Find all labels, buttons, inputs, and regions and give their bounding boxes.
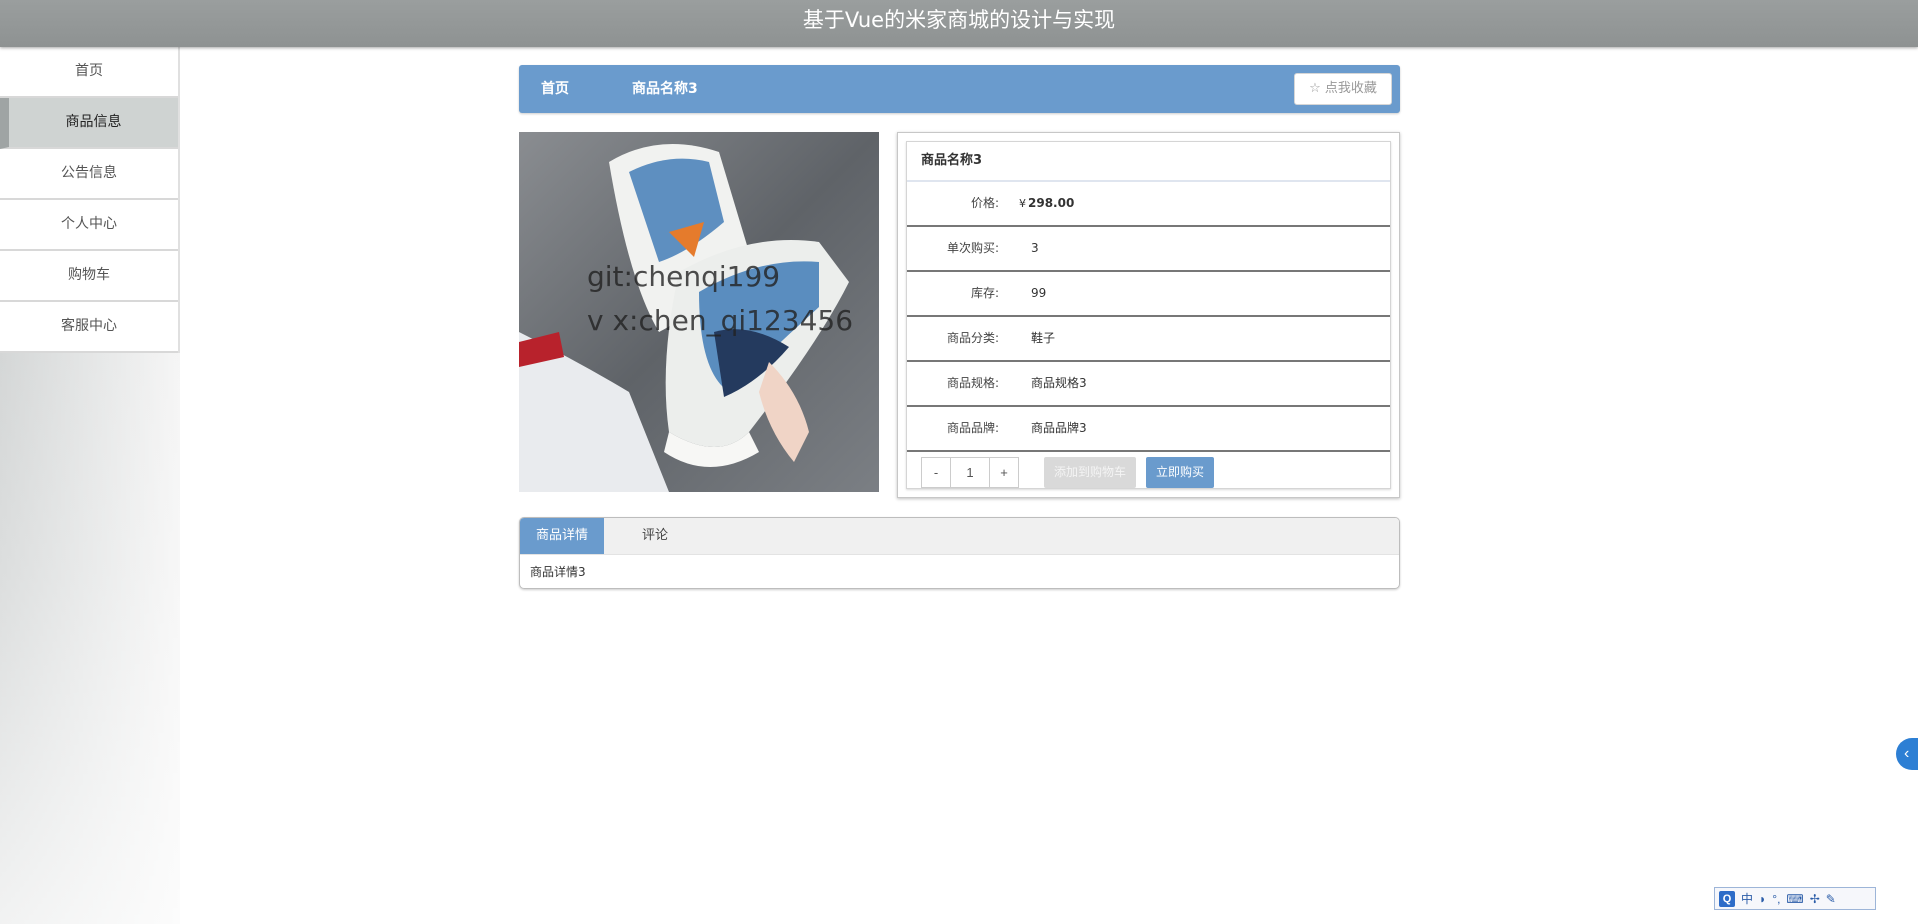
app-title-bar: 基于Vue的米家商城的设计与实现: [0, 0, 1918, 47]
quantity-input[interactable]: 1: [950, 458, 990, 487]
sidebar-item-cart[interactable]: 购物车: [0, 251, 178, 302]
info-row-label: 库存:: [970, 286, 999, 300]
keyboard-icon[interactable]: ⌨: [1786, 889, 1803, 909]
info-row-value: 商品规格3: [1031, 376, 1087, 390]
product-info-panel: 商品名称3 价格: ¥298.00 单次购买: 3 库存: 99 商品分类: 鞋…: [897, 132, 1400, 498]
info-row-label: 商品规格:: [946, 376, 999, 390]
info-row-value: 99: [1031, 286, 1047, 300]
info-row-label: 商品品牌:: [946, 421, 999, 435]
quantity-increment-button[interactable]: +: [990, 458, 1018, 487]
info-row-value: 3: [1031, 241, 1039, 255]
punctuation-icon[interactable]: °,: [1772, 889, 1780, 909]
ime-logo-icon[interactable]: Q: [1719, 890, 1735, 907]
tools-icon[interactable]: ✢: [1810, 889, 1820, 909]
add-to-cart-button[interactable]: 添加到购物车: [1044, 457, 1136, 488]
product-name: 商品名称3: [907, 142, 1390, 182]
sidebar-item-products[interactable]: 商品信息: [0, 98, 178, 149]
detail-tabs: 商品详情 评论 商品详情3: [519, 517, 1400, 589]
info-row-purchase-limit: 单次购买: 3: [907, 227, 1390, 272]
info-row-category: 商品分类: 鞋子: [907, 317, 1390, 362]
tab-content: 商品详情3: [530, 565, 586, 579]
product-image: git:chenqi199 v x:chen_qi123456: [519, 132, 879, 492]
currency-symbol: ¥: [1019, 197, 1026, 210]
ime-toolbar: Q 中 ◗ °, ⌨ ✢ ✎: [1714, 887, 1876, 910]
watermark-line-1: git:chenqi199: [587, 260, 781, 293]
breadcrumb-current: 商品名称3: [632, 81, 698, 97]
watermark-line-2: v x:chen_qi123456: [587, 304, 854, 337]
buy-now-button[interactable]: 立即购买: [1146, 457, 1214, 488]
tab-comments[interactable]: 评论: [620, 518, 690, 554]
breadcrumb: 首页 商品名称3 ☆ 点我收藏: [519, 65, 1400, 113]
breadcrumb-home-link[interactable]: 首页: [541, 65, 569, 113]
price-row: 价格: ¥298.00: [907, 182, 1390, 227]
side-panel-toggle[interactable]: ‹: [1896, 738, 1918, 770]
price-amount: 298.00: [1028, 196, 1075, 210]
quantity-decrement-button[interactable]: -: [922, 458, 950, 487]
quantity-stepper: - 1 +: [921, 457, 1019, 488]
info-row-value: 商品品牌3: [1031, 421, 1087, 435]
purchase-actions: - 1 + 添加到购物车 立即购买: [907, 452, 1390, 494]
sidebar-item-profile[interactable]: 个人中心: [0, 200, 178, 251]
moon-icon[interactable]: ◗: [1759, 889, 1766, 909]
info-row-label: 商品分类:: [946, 331, 999, 345]
ime-mode-toggle[interactable]: 中: [1741, 889, 1753, 909]
price-label: 价格:: [970, 196, 999, 210]
sidebar: 首页 商品信息 公告信息 个人中心 购物车 客服中心: [0, 47, 180, 353]
tab-product-details[interactable]: 商品详情: [520, 518, 604, 554]
info-row-stock: 库存: 99: [907, 272, 1390, 317]
app-title: 基于Vue的米家商城的设计与实现: [802, 8, 1116, 32]
sidebar-item-announcements[interactable]: 公告信息: [0, 149, 178, 200]
price-value: ¥298.00: [1019, 182, 1074, 225]
settings-icon[interactable]: ✎: [1826, 889, 1836, 909]
sidebar-item-home[interactable]: 首页: [0, 47, 178, 98]
favorite-button[interactable]: ☆ 点我收藏: [1294, 73, 1392, 105]
info-row-brand: 商品品牌: 商品品牌3: [907, 407, 1390, 452]
sidebar-item-customer-service[interactable]: 客服中心: [0, 302, 178, 353]
chevron-left-icon: ‹: [1904, 745, 1910, 762]
info-row-label: 单次购买:: [946, 241, 999, 255]
info-row-spec: 商品规格: 商品规格3: [907, 362, 1390, 407]
tabs-header: 商品详情 评论: [520, 518, 1399, 555]
product-info-table: 商品名称3 价格: ¥298.00 单次购买: 3 库存: 99 商品分类: 鞋…: [906, 141, 1391, 489]
info-row-value: 鞋子: [1031, 331, 1056, 345]
